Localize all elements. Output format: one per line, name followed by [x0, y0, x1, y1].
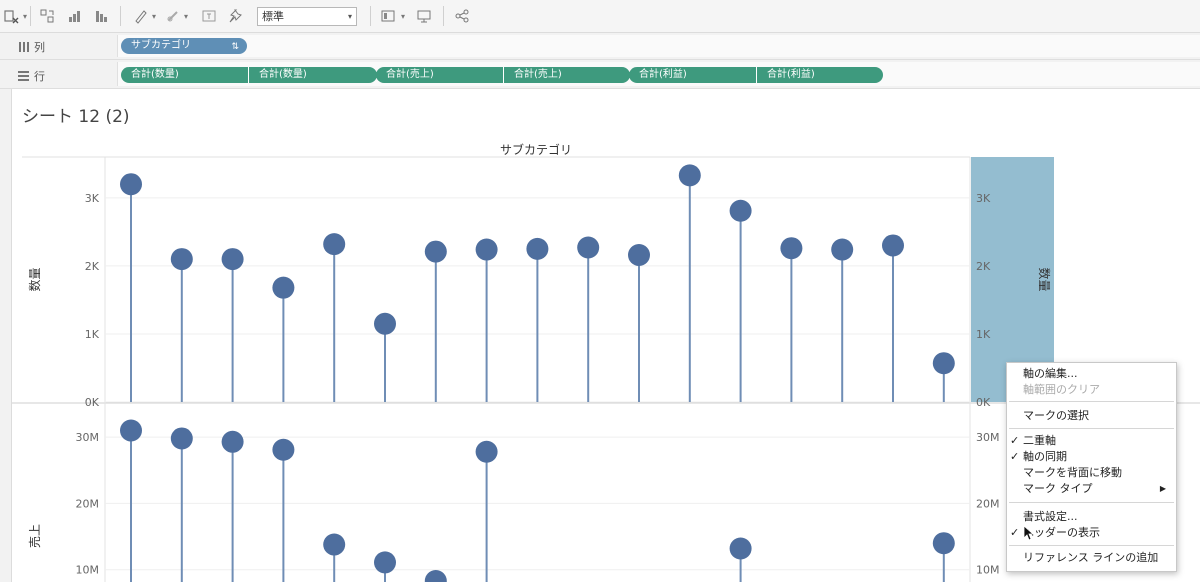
menu-format[interactable]: 書式設定... — [1007, 509, 1176, 525]
left-axis-title: 売上 — [27, 524, 42, 548]
lollipop-mark — [374, 551, 396, 574]
lollipop-mark — [526, 237, 549, 260]
lollipop-mark — [882, 234, 904, 257]
mouse-cursor-icon — [1023, 525, 1035, 541]
lollipop-mark — [221, 248, 244, 271]
menu-edit-axis[interactable]: 軸の編集... — [1007, 366, 1176, 382]
lollipop-mark — [120, 173, 142, 196]
lollipop-mark — [170, 427, 193, 450]
lollipop-mark — [221, 430, 244, 453]
left-axis-title: 数量 — [27, 267, 42, 291]
lollipop-mark — [170, 248, 193, 271]
right-tick-label: 10M — [976, 564, 1000, 577]
right-tick-label: 3K — [976, 192, 991, 205]
menu-dual-axis[interactable]: ✓ 二重軸 — [1007, 433, 1176, 449]
lollipop-mark — [780, 237, 803, 260]
left-tick-label: 20M — [76, 497, 100, 510]
right-tick-label: 1K — [976, 328, 991, 341]
right-tick-label: 2K — [976, 260, 991, 273]
lollipop-mark — [729, 199, 752, 222]
left-tick-label: 2K — [85, 260, 100, 273]
lollipop-mark — [932, 352, 955, 375]
lollipop-mark — [374, 312, 396, 335]
lollipop-mark — [628, 244, 650, 266]
left-tick-label: 10M — [76, 564, 100, 577]
right-tick-label: 20M — [976, 497, 1000, 510]
lollipop-mark — [323, 233, 346, 256]
lollipop-mark — [475, 440, 498, 463]
right-tick-label: 30M — [976, 431, 1000, 444]
menu-mark-type[interactable]: マーク タイプ ▶ — [1007, 481, 1176, 497]
lollipop-mark — [678, 164, 701, 187]
lollipop-mark — [932, 532, 955, 555]
lollipop-mark — [424, 569, 447, 582]
lollipop-mark — [272, 276, 295, 299]
lollipop-mark — [323, 533, 346, 556]
submenu-arrow-icon: ▶ — [1159, 484, 1166, 493]
lollipop-mark — [272, 438, 295, 461]
check-icon: ✓ — [1010, 434, 1020, 447]
menu-move-marks-to-back[interactable]: マークを背面に移動 — [1007, 465, 1176, 481]
right-tick-label: 0K — [976, 396, 991, 409]
lollipop-mark — [120, 419, 142, 442]
lollipop-mark — [831, 238, 854, 261]
lollipop-mark — [424, 240, 447, 263]
left-tick-label: 1K — [85, 328, 100, 341]
menu-clear-axis-range: 軸範囲のクリア — [1023, 383, 1100, 396]
left-tick-label: 3K — [85, 192, 100, 205]
check-icon: ✓ — [1010, 526, 1020, 539]
lollipop-mark — [577, 236, 600, 259]
check-icon: ✓ — [1010, 450, 1020, 463]
left-tick-label: 30M — [76, 431, 100, 444]
menu-select-marks[interactable]: マークの選択 — [1007, 408, 1176, 424]
lollipop-mark — [729, 537, 752, 560]
left-tick-label: 0K — [85, 396, 100, 409]
right-axis-title: 数量 — [1037, 267, 1052, 291]
menu-add-reference-line[interactable]: リファレンス ラインの追加 — [1007, 550, 1176, 566]
lollipop-mark — [475, 238, 498, 261]
menu-synchronize-axis[interactable]: ✓ 軸の同期 — [1007, 449, 1176, 465]
